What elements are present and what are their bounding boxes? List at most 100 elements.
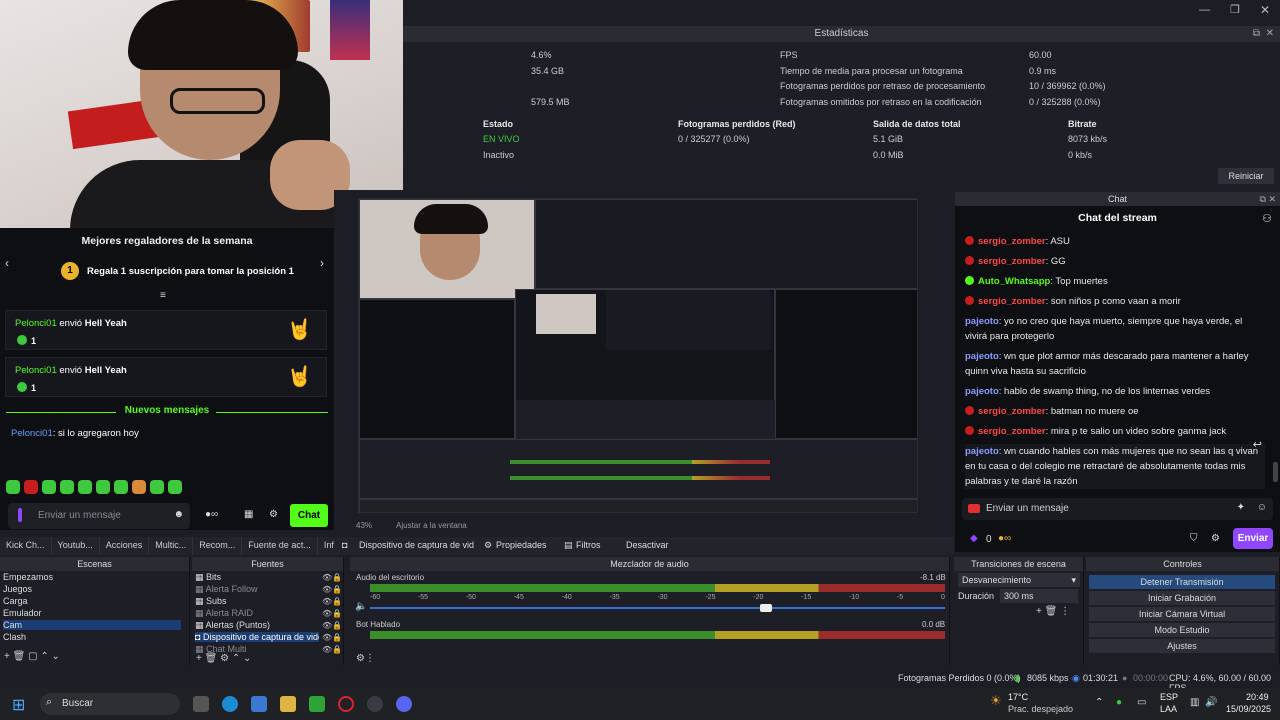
obs-icon[interactable] (367, 696, 383, 712)
minimize-icon[interactable]: — (1199, 4, 1210, 16)
store-icon[interactable]: ▦ (244, 509, 253, 520)
discord-icon[interactable] (396, 696, 412, 712)
emote-icon[interactable] (96, 480, 110, 494)
points-icon[interactable]: ●∞ (205, 509, 218, 520)
source-item[interactable]: ▦ Alerta Follow (195, 584, 258, 595)
reply-icon[interactable]: ↩ (1253, 438, 1262, 451)
scene-item[interactable]: Empezamos (3, 572, 53, 582)
chevron-left-icon[interactable]: ‹ (5, 256, 9, 270)
volume-slider[interactable] (370, 607, 945, 609)
chat-scrollbar[interactable] (1273, 462, 1278, 482)
emoji-icon[interactable]: ☺ (1257, 502, 1267, 513)
visibility-lock-icons[interactable]: 👁🔒 👁🔒 👁🔒 👁🔒 👁🔒 👁🔒 👁🔒 (322, 572, 342, 656)
speaker-icon[interactable]: 🔈 (355, 601, 367, 612)
start-virtual-camera-button[interactable]: Iniciar Cámara Virtual (1089, 607, 1275, 621)
dock-tab[interactable]: Acciones (100, 537, 150, 555)
dock-controls[interactable]: ⧉ ✕ (1253, 26, 1274, 42)
close-icon[interactable]: ✕ (1260, 3, 1270, 17)
volume-slider-handle[interactable] (760, 604, 772, 612)
send-button[interactable]: Enviar (1233, 528, 1273, 549)
chat-user[interactable]: sergio_zomber (978, 406, 1046, 417)
windows-start-icon[interactable]: ⊞ (12, 695, 25, 715)
settings-button[interactable]: Ajustes (1089, 639, 1275, 653)
source-toolbar[interactable]: + 🗑 ⚙ ⌃ ⌄ (196, 653, 251, 664)
chat-user[interactable]: sergio_zomber (978, 236, 1046, 247)
transition-select[interactable]: Desvanecimiento ▾ (958, 573, 1080, 587)
shield-icon[interactable]: ⛉ (1190, 533, 1198, 544)
source-item[interactable]: ▦ Alertas (Puntos) (195, 620, 270, 631)
opera-icon[interactable] (338, 696, 354, 712)
sparkle-icon[interactable]: ✦ (1237, 502, 1245, 513)
stop-streaming-button[interactable]: Detener Transmisión (1089, 575, 1275, 589)
users-icon[interactable]: ⚇ (1262, 212, 1272, 225)
chat-send-button[interactable]: Chat (290, 504, 328, 527)
settings-icon[interactable]: ⚙ (269, 509, 278, 520)
clock-time[interactable]: 20:49 (1246, 692, 1269, 702)
coin-icon[interactable]: ●∞ (998, 533, 1011, 544)
chat-user[interactable]: sergio_zomber (978, 296, 1046, 307)
emote-icon[interactable] (114, 480, 128, 494)
emote-icon[interactable] (78, 480, 92, 494)
mixer-settings-icon[interactable]: ⚙⋮ (356, 653, 375, 664)
dock-tab[interactable]: Fuente de act... (242, 537, 318, 555)
chat-user[interactable]: sergio_zomber (978, 256, 1046, 267)
tray-chevron-icon[interactable]: ⌃ (1095, 697, 1103, 708)
network-icon[interactable]: ▥ (1190, 697, 1199, 708)
studio-mode-button[interactable]: Modo Estudio (1089, 623, 1275, 637)
gear-icon[interactable]: ⚙ (1211, 533, 1220, 544)
language[interactable]: ESP (1160, 692, 1178, 702)
emoji-icon[interactable]: ☻ (173, 509, 184, 520)
emote-icon[interactable] (168, 480, 182, 494)
xbox-icon[interactable] (309, 696, 325, 712)
stream-chat-input[interactable]: Enviar un mensaje ✦ ☺ (962, 498, 1273, 520)
dock-tab[interactable]: Recom... (193, 537, 243, 555)
scene-item[interactable]: Carga (3, 596, 28, 606)
emote-icon[interactable] (6, 480, 20, 494)
task-view-icon[interactable] (193, 696, 209, 712)
duration-field[interactable]: 300 ms (1000, 589, 1078, 603)
gift-user[interactable]: Pelonci01 (15, 365, 57, 376)
scene-item[interactable]: Emulador (3, 608, 42, 618)
left-chat-input[interactable]: Enviar un mensaje ☻ (8, 503, 190, 529)
source-item[interactable]: ▦ Bits (195, 572, 221, 583)
filters-button[interactable]: Filtros (576, 540, 601, 550)
fit-window-toggle[interactable]: Ajustar a la ventana (396, 521, 467, 530)
emote-icon[interactable] (24, 480, 38, 494)
chat-user[interactable]: sergio_zomber (978, 426, 1046, 437)
source-item[interactable]: ▦ Alerta RAID (195, 608, 253, 619)
taskbar-search[interactable]: ⌕ Buscar (40, 693, 180, 715)
deactivate-button[interactable]: Desactivar (626, 540, 669, 550)
scene-item[interactable]: Juegos (3, 584, 32, 594)
tray-app-icon[interactable]: ▭ (1137, 697, 1146, 708)
dock-tab[interactable]: Multic... (149, 537, 194, 555)
collapse-icon[interactable]: ≡ (160, 290, 166, 301)
emote-icon[interactable] (60, 480, 74, 494)
source-item[interactable]: ▦ Subs (195, 596, 227, 607)
chat-user[interactable]: pajeoto (965, 316, 999, 327)
start-recording-button[interactable]: Iniciar Grabación (1089, 591, 1275, 605)
scene-toolbar[interactable]: + 🗑 ▢ ⌃ ⌄ (4, 651, 60, 662)
chat-user[interactable]: pajeoto (965, 446, 999, 457)
chat-user[interactable]: pajeoto (965, 351, 999, 362)
dock-tab[interactable]: Inform... (318, 537, 334, 555)
reset-stats-button[interactable]: Reiniciar (1218, 168, 1274, 184)
scene-item[interactable]: Clash (3, 632, 26, 642)
chat-user[interactable]: Auto_Whatsapp (978, 276, 1050, 287)
dock-tab[interactable]: Youtub... (52, 537, 100, 555)
properties-button[interactable]: Propiedades (496, 540, 547, 550)
clock-date[interactable]: 15/09/2025 (1226, 704, 1271, 714)
mic-tray-icon[interactable]: ● (1116, 697, 1122, 708)
scene-item-selected[interactable]: Cam (3, 620, 181, 630)
emote-icon[interactable] (42, 480, 56, 494)
transition-toolbar[interactable]: + 🗑 ⋮ (1036, 606, 1070, 617)
edge-icon[interactable] (222, 696, 238, 712)
chat-user[interactable]: pajeoto (965, 386, 999, 397)
emote-icon[interactable] (150, 480, 164, 494)
mic-icon[interactable] (18, 508, 22, 522)
chevron-right-icon[interactable]: › (320, 256, 324, 270)
store-app-icon[interactable] (251, 696, 267, 712)
gift-user[interactable]: Pelonci01 (15, 318, 57, 329)
emote-icon[interactable] (132, 480, 146, 494)
obs-preview[interactable]: 43% Ajustar a la ventana (334, 190, 954, 530)
volume-icon[interactable]: 🔊 (1205, 697, 1217, 708)
